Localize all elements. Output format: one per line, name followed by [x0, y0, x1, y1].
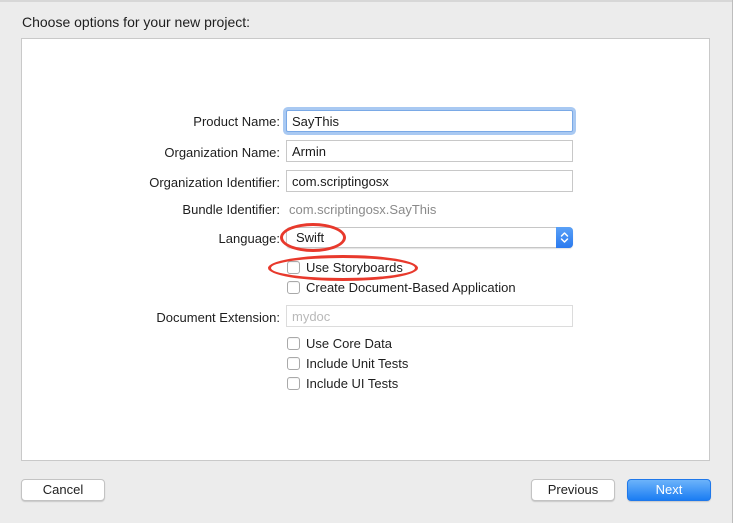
previous-button[interactable]: Previous [531, 479, 615, 501]
organization-identifier-field[interactable] [286, 170, 573, 192]
organization-identifier-label: Organization Identifier: [149, 175, 280, 190]
document-extension-field [286, 305, 573, 327]
product-name-field[interactable] [286, 110, 573, 132]
core-data-checkbox[interactable] [287, 337, 300, 350]
sheet-top-border [0, 0, 733, 2]
unit-tests-checkbox[interactable] [287, 357, 300, 370]
organization-name-label: Organization Name: [164, 145, 280, 160]
unit-tests-label: Include Unit Tests [306, 356, 409, 371]
bundle-identifier-value: com.scriptingosx.SayThis [289, 202, 437, 217]
bundle-identifier-label: Bundle Identifier: [182, 202, 280, 217]
language-value: Swift [296, 230, 325, 245]
use-storyboards-label: Use Storyboards [306, 260, 403, 275]
product-name-label: Product Name: [193, 114, 280, 129]
ui-tests-label: Include UI Tests [306, 376, 399, 391]
next-button[interactable]: Next [627, 479, 711, 501]
ui-tests-checkbox[interactable] [287, 377, 300, 390]
page-title: Choose options for your new project: [22, 14, 251, 30]
use-storyboards-checkbox[interactable] [287, 261, 300, 274]
document-extension-label: Document Extension: [156, 310, 280, 325]
organization-name-field[interactable] [286, 140, 573, 162]
cancel-button[interactable]: Cancel [21, 479, 105, 501]
document-based-checkbox[interactable] [287, 281, 300, 294]
core-data-label: Use Core Data [306, 336, 392, 351]
document-based-label: Create Document-Based Application [306, 280, 516, 295]
options-panel [21, 38, 710, 461]
chevron-up-down-icon [556, 227, 573, 248]
language-label: Language: [218, 231, 280, 246]
language-popup[interactable]: Swift [286, 227, 573, 248]
